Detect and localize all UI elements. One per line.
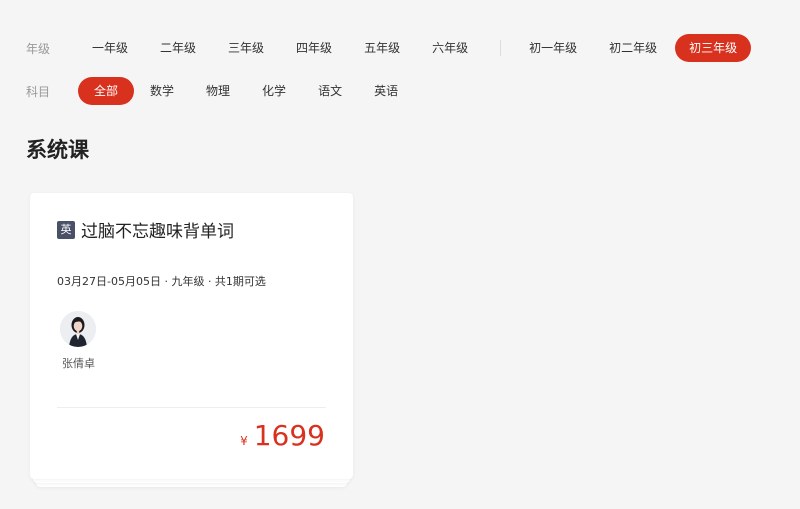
course-title[interactable]: 过脑不忘趣味背单词: [81, 217, 234, 242]
grade-chip-5[interactable]: 五年级: [350, 34, 414, 62]
subject-chip-chinese[interactable]: 语文: [302, 77, 358, 105]
course-price: ¥ 1699: [240, 419, 325, 452]
grade-chip-3[interactable]: 三年级: [214, 34, 278, 62]
grade-chip-junior-3[interactable]: 初三年级: [675, 34, 752, 62]
subject-filter-label: 科目: [26, 84, 51, 99]
grade-filter-row: 年级 一年级 二年级 三年级 四年级 五年级 六年级 初一年级 初二年级 初三年…: [26, 34, 755, 62]
section-title: 系统课: [26, 138, 89, 162]
grade-chip-6[interactable]: 六年级: [418, 34, 482, 62]
teacher-name: 张倩卓: [62, 357, 95, 370]
grade-chip-2[interactable]: 二年级: [146, 34, 210, 62]
subject-chip-math[interactable]: 数学: [134, 77, 190, 105]
subject-filter-row: 科目 全部 数学 物理 化学 语文 英语: [26, 77, 414, 105]
price-currency-symbol: ¥: [240, 434, 248, 448]
subject-chip-physics[interactable]: 物理: [190, 77, 246, 105]
subject-chip-all[interactable]: 全部: [78, 77, 135, 105]
teacher-avatar: [60, 311, 96, 347]
grade-chip-junior-2[interactable]: 初二年级: [595, 34, 671, 62]
grade-divider: [500, 40, 502, 56]
grade-filter-label: 年级: [26, 41, 51, 56]
subject-chip-english[interactable]: 英语: [358, 77, 414, 105]
subject-tag-badge: 英: [57, 220, 75, 239]
course-card[interactable]: 英 过脑不忘趣味背单词 03月27日-05月05日 · 九年级 · 共1期可选 …: [30, 193, 353, 479]
grade-chip-1[interactable]: 一年级: [78, 34, 142, 62]
course-card-stack: 英 过脑不忘趣味背单词 03月27日-05月05日 · 九年级 · 共1期可选 …: [30, 193, 353, 487]
course-title-row: 英 过脑不忘趣味背单词: [57, 217, 234, 242]
teacher-avatar-image: [60, 311, 96, 347]
course-meta: 03月27日-05月05日 · 九年级 · 共1期可选: [57, 275, 266, 288]
grade-chip-4[interactable]: 四年级: [282, 34, 346, 62]
subject-chip-chemistry[interactable]: 化学: [246, 77, 302, 105]
price-value: 1699: [253, 419, 325, 452]
grade-chip-junior-1[interactable]: 初一年级: [515, 34, 591, 62]
card-divider: [57, 407, 326, 408]
